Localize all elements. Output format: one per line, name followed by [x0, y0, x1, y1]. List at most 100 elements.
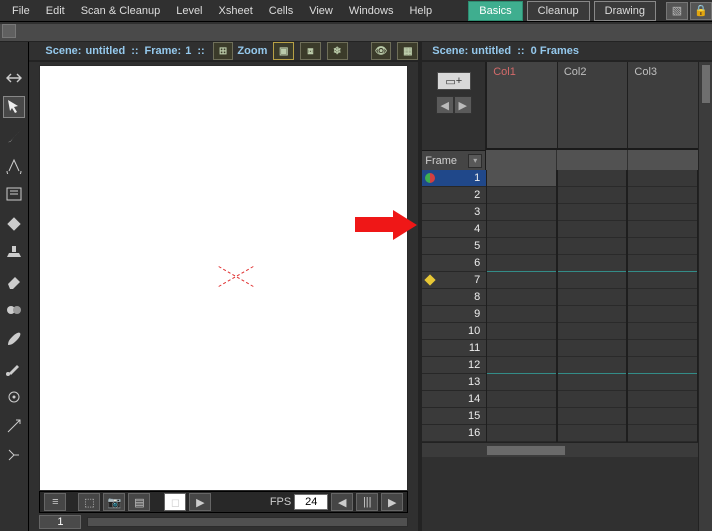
cell[interactable] [487, 289, 556, 306]
column-header-1[interactable]: Col1 [486, 62, 557, 148]
memo-next-icon[interactable]: ▶ [454, 96, 472, 114]
cell[interactable] [628, 170, 697, 187]
cell[interactable] [487, 255, 556, 272]
cell-column-3[interactable] [627, 170, 698, 442]
menu-windows[interactable]: Windows [341, 2, 402, 20]
cell[interactable] [628, 272, 697, 289]
freeze-icon[interactable]: ❄ [327, 42, 348, 60]
cell[interactable] [487, 408, 556, 425]
cell[interactable] [487, 425, 556, 442]
cell[interactable] [558, 204, 627, 221]
cell[interactable] [487, 272, 556, 289]
xsheet-vscroll-thumb[interactable] [701, 64, 711, 104]
geometric-tool[interactable] [3, 154, 25, 176]
frame-row-6[interactable]: 6 [422, 255, 486, 272]
cell[interactable] [628, 374, 697, 391]
selection-tool[interactable] [3, 96, 25, 118]
column-header-3[interactable]: Col3 [627, 62, 698, 148]
cell[interactable] [628, 221, 697, 238]
cell[interactable] [487, 204, 556, 221]
cell-column-2[interactable] [557, 170, 628, 442]
menu-level[interactable]: Level [168, 2, 210, 20]
room-cleanup-tab[interactable]: Cleanup [527, 1, 590, 21]
rgb-picker-tool[interactable] [3, 357, 25, 379]
current-frame-field[interactable] [39, 515, 81, 529]
cell[interactable] [487, 187, 556, 204]
skeleton-tool[interactable] [3, 444, 25, 466]
frame-slider[interactable] [87, 517, 408, 527]
cell[interactable] [558, 289, 627, 306]
menu-edit[interactable]: Edit [38, 2, 73, 20]
column-header-2[interactable]: Col2 [557, 62, 628, 148]
compare-icon[interactable]: ▤ [128, 493, 150, 511]
frame-row-11[interactable]: 11 [422, 340, 486, 357]
save-icon[interactable]: ⬚ [78, 493, 100, 511]
room-drawing-tab[interactable]: Drawing [594, 1, 656, 21]
cell[interactable] [558, 306, 627, 323]
xsheet-vscroll[interactable] [698, 62, 712, 531]
frame-row-14[interactable]: 14 [422, 391, 486, 408]
preview-icon[interactable]: 👁 [371, 42, 392, 60]
frame-row-4[interactable]: 4 [422, 221, 486, 238]
frame-row-3[interactable]: 3 [422, 204, 486, 221]
new-room-icon[interactable]: ▧ [666, 2, 688, 20]
fill-tool[interactable] [3, 212, 25, 234]
tape-tool[interactable] [3, 299, 25, 321]
cell[interactable] [558, 357, 627, 374]
frame-row-8[interactable]: 8 [422, 289, 486, 306]
view-camera-icon[interactable]: ▣ [273, 42, 294, 60]
cell[interactable] [487, 170, 556, 187]
cell[interactable] [487, 323, 556, 340]
menu-cells[interactable]: Cells [261, 2, 301, 20]
histogram-icon[interactable]: ||| [356, 493, 378, 511]
memo-prev-icon[interactable]: ◀ [436, 96, 454, 114]
style-picker-tool[interactable] [3, 328, 25, 350]
cell[interactable] [628, 255, 697, 272]
cell[interactable] [558, 408, 627, 425]
pinch-tool[interactable] [3, 415, 25, 437]
cell[interactable] [558, 238, 627, 255]
frame-row-10[interactable]: 10 [422, 323, 486, 340]
frame-header[interactable]: Frame ▾ [422, 150, 486, 170]
xsheet-hscroll[interactable] [422, 442, 698, 457]
cell[interactable] [558, 272, 627, 289]
cell[interactable] [628, 204, 697, 221]
menu-help[interactable]: Help [401, 2, 440, 20]
type-tool[interactable] [3, 183, 25, 205]
cell[interactable] [487, 374, 556, 391]
frame-row-15[interactable]: 15 [422, 408, 486, 425]
menu-scan-cleanup[interactable]: Scan & Cleanup [73, 2, 169, 20]
cell[interactable] [558, 374, 627, 391]
frame-row-1[interactable]: 1 [422, 170, 486, 187]
cell[interactable] [487, 340, 556, 357]
cell[interactable] [628, 408, 697, 425]
cell[interactable] [558, 255, 627, 272]
cell[interactable] [487, 357, 556, 374]
frame-row-5[interactable]: 5 [422, 238, 486, 255]
control-point-tool[interactable] [3, 386, 25, 408]
frame-row-16[interactable]: 16 [422, 425, 486, 442]
fps-left-icon[interactable]: ◀ [331, 493, 353, 511]
cell[interactable] [558, 170, 627, 187]
cell[interactable] [487, 221, 556, 238]
subcamera-icon[interactable]: ▦ [397, 42, 418, 60]
cell[interactable] [628, 323, 697, 340]
cell[interactable] [487, 306, 556, 323]
frame-header-dropdown-icon[interactable]: ▾ [468, 154, 482, 168]
room-basics-tab[interactable]: Basics [468, 1, 522, 21]
cell[interactable] [628, 357, 697, 374]
cell[interactable] [558, 187, 627, 204]
frame-row-12[interactable]: 12 [422, 357, 486, 374]
brush-tool[interactable] [3, 125, 25, 147]
xsheet-hscroll-thumb[interactable] [486, 445, 566, 456]
cell[interactable] [558, 425, 627, 442]
cell[interactable] [558, 391, 627, 408]
define-subcamera-icon[interactable]: ◻ [164, 493, 186, 511]
camera-stand-icon[interactable]: ⊞ [213, 42, 234, 60]
menu-xsheet[interactable]: Xsheet [211, 2, 261, 20]
lock-icon[interactable]: 🔒 [690, 2, 712, 20]
cell[interactable] [558, 340, 627, 357]
frame-row-2[interactable]: 2 [422, 187, 486, 204]
cell[interactable] [487, 391, 556, 408]
cell[interactable] [628, 340, 697, 357]
